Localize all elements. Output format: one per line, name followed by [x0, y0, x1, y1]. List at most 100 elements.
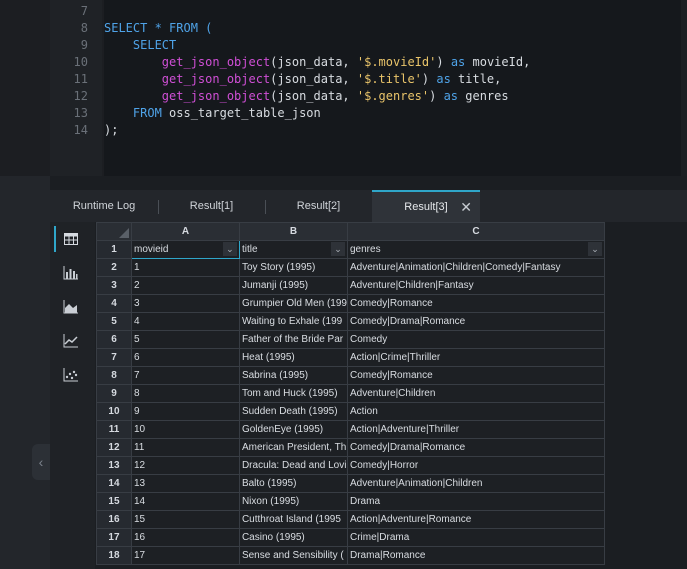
row-number[interactable]: 9	[96, 384, 132, 403]
table-cell[interactable]: Jumanji (1995)	[238, 276, 349, 295]
table-cell[interactable]: Father of the Bride Par	[238, 330, 349, 349]
code-token: get_json_object	[161, 55, 271, 69]
result-grid[interactable]: A B C 1 movieid ⌄ title ⌄ genres ⌄ 2 1 Toy Story (19…	[96, 222, 605, 569]
table-cell[interactable]: Adventure|Animation|Children	[347, 474, 605, 493]
row-number[interactable]: 7	[96, 348, 132, 367]
table-cell[interactable]: Sense and Sensibility (	[238, 546, 349, 565]
column-header-movieid[interactable]: movieid ⌄	[130, 240, 240, 259]
tab-result-1[interactable]: Result[1]	[158, 190, 265, 222]
row-number[interactable]: 14	[96, 474, 132, 493]
row-number[interactable]: 6	[96, 330, 132, 349]
table-cell[interactable]: Drama|Romance	[347, 546, 605, 565]
row-number[interactable]: 5	[96, 312, 132, 331]
column-letter-a[interactable]: A	[130, 222, 240, 241]
tab-result-3[interactable]: Result[3] ✕	[372, 190, 480, 222]
table-cell[interactable]: Cutthroat Island (1995	[238, 510, 349, 529]
row-number[interactable]: 13	[96, 456, 132, 475]
collapse-panel-button[interactable]: ‹	[32, 444, 50, 480]
table-cell[interactable]: 14	[130, 492, 240, 511]
table-cell[interactable]: Sabrina (1995)	[238, 366, 349, 385]
close-icon[interactable]: ✕	[460, 192, 472, 222]
column-header-title[interactable]: title ⌄	[238, 240, 349, 259]
row-number[interactable]: 8	[96, 366, 132, 385]
chevron-down-icon[interactable]: ⌄	[588, 242, 602, 256]
table-view-icon[interactable]	[54, 226, 86, 252]
table-cell[interactable]: Drama	[347, 492, 605, 511]
table-cell[interactable]: 15	[130, 510, 240, 529]
row-number[interactable]: 3	[96, 276, 132, 295]
table-row: 5 4 Waiting to Exhale (199 Comedy|Drama|Rom…	[96, 312, 605, 331]
table-cell[interactable]: 13	[130, 474, 240, 493]
table-cell[interactable]: Heat (1995)	[238, 348, 349, 367]
table-cell[interactable]: 7	[130, 366, 240, 385]
chevron-down-icon[interactable]: ⌄	[222, 242, 237, 256]
code-area[interactable]: SELECT * FROM ( SELECT get_json_object(j…	[104, 0, 687, 176]
tab-runtime-log[interactable]: Runtime Log	[50, 190, 158, 222]
row-number[interactable]: 11	[96, 420, 132, 439]
table-cell[interactable]: Crime|Drama	[347, 528, 605, 547]
table-cell[interactable]: Adventure|Children|Fantasy	[347, 276, 605, 295]
table-cell[interactable]: Balto (1995)	[238, 474, 349, 493]
table-cell[interactable]: 8	[130, 384, 240, 403]
row-number[interactable]: 12	[96, 438, 132, 457]
table-cell[interactable]: Casino (1995)	[238, 528, 349, 547]
row-number[interactable]: 10	[96, 402, 132, 421]
table-cell[interactable]: Adventure|Animation|Children|Comedy|Fant…	[347, 258, 605, 277]
row-number[interactable]: 2	[96, 258, 132, 277]
line-number: 13	[73, 106, 88, 120]
table-cell[interactable]: Dracula: Dead and Lovi	[238, 456, 349, 475]
table-cell[interactable]: 4	[130, 312, 240, 331]
table-cell[interactable]: 3	[130, 294, 240, 313]
table-cell[interactable]: 16	[130, 528, 240, 547]
table-cell[interactable]: GoldenEye (1995)	[238, 420, 349, 439]
table-cell[interactable]: 12	[130, 456, 240, 475]
table-cell[interactable]: Action	[347, 402, 605, 421]
table-cell[interactable]: 9	[130, 402, 240, 421]
tab-result-2[interactable]: Result[2]	[265, 190, 372, 222]
table-cell[interactable]: 11	[130, 438, 240, 457]
table-cell[interactable]: Comedy|Drama|Romance	[347, 312, 605, 331]
table-cell[interactable]: American President, Th	[238, 438, 349, 457]
table-cell[interactable]: 5	[130, 330, 240, 349]
table-cell[interactable]: Toy Story (1995)	[238, 258, 349, 277]
area-chart-icon[interactable]	[56, 294, 86, 320]
table-cell[interactable]: Action|Adventure|Thriller	[347, 420, 605, 439]
table-cell[interactable]: Comedy	[347, 330, 605, 349]
bar-chart-icon[interactable]	[56, 260, 86, 286]
table-cell[interactable]: Action|Adventure|Romance	[347, 510, 605, 529]
table-cell[interactable]: Nixon (1995)	[238, 492, 349, 511]
table-cell[interactable]: Action|Crime|Thriller	[347, 348, 605, 367]
table-cell[interactable]: Comedy|Romance	[347, 366, 605, 385]
row-number[interactable]: 18	[96, 546, 132, 565]
code-token: get_json_object	[161, 72, 271, 86]
code-token: genres	[458, 89, 509, 103]
table-cell[interactable]: Comedy|Drama|Romance	[347, 438, 605, 457]
line-chart-icon[interactable]	[56, 328, 86, 354]
table-cell[interactable]: 1	[130, 258, 240, 277]
table-cell[interactable]: 6	[130, 348, 240, 367]
table-cell[interactable]: 17	[130, 546, 240, 565]
column-header-genres[interactable]: genres ⌄	[347, 240, 605, 259]
row-number[interactable]: 4	[96, 294, 132, 313]
column-letter-b[interactable]: B	[238, 222, 349, 241]
table-cell[interactable]: Comedy|Horror	[347, 456, 605, 475]
table-cell[interactable]: Grumpier Old Men (199	[238, 294, 349, 313]
sql-editor[interactable]: 7 8 9 10 11 12 13 14 SELECT * FROM ( SELECT get…	[0, 0, 687, 176]
table-cell[interactable]: Adventure|Children	[347, 384, 605, 403]
table-cell[interactable]: Tom and Huck (1995)	[238, 384, 349, 403]
table-cell[interactable]: Sudden Death (1995)	[238, 402, 349, 421]
row-number[interactable]: 16	[96, 510, 132, 529]
table-cell[interactable]: Comedy|Romance	[347, 294, 605, 313]
scatter-chart-icon[interactable]	[56, 362, 86, 388]
table-cell[interactable]: Waiting to Exhale (199	[238, 312, 349, 331]
row-number[interactable]: 17	[96, 528, 132, 547]
chevron-down-icon[interactable]: ⌄	[331, 242, 345, 256]
row-number[interactable]: 1	[96, 240, 132, 259]
table-cell[interactable]: 10	[130, 420, 240, 439]
row-number[interactable]: 15	[96, 492, 132, 511]
column-letter-c[interactable]: C	[347, 222, 605, 241]
table-cell[interactable]: 2	[130, 276, 240, 295]
editor-scrollbar[interactable]	[681, 0, 687, 176]
select-all-corner[interactable]	[96, 222, 132, 241]
